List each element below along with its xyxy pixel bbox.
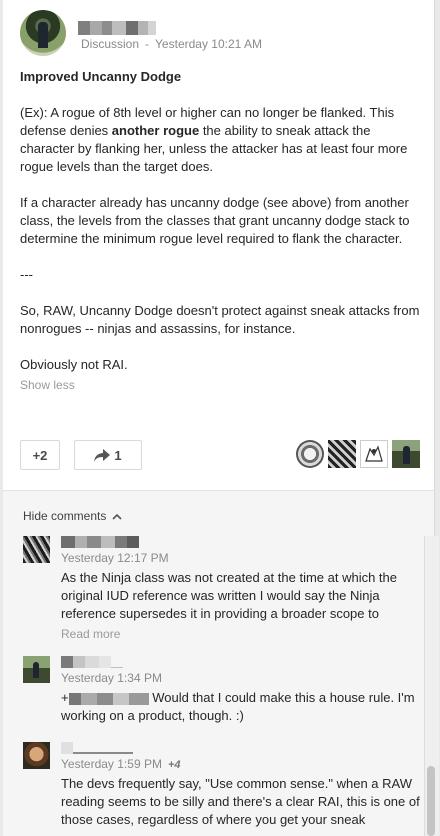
plus-one-button[interactable]: +2 [20,440,60,470]
comment-avatar[interactable] [23,536,50,563]
comment-avatar[interactable] [23,742,50,769]
comment-timestamp[interactable]: Yesterday 1:34 PM [61,671,421,685]
plus-count: +2 [32,447,48,463]
plusers-list [296,440,420,468]
post-header: Discussion - Yesterday 10:21 AM [20,10,420,60]
comment-text: + Would that I could make this a house r… [61,689,421,725]
hide-comments-label: Hide comments [23,509,107,523]
comment-avatar[interactable] [23,656,50,683]
post-paragraph: Obviously not RAI. [20,357,128,372]
post-paragraph: If a character already has uncanny dodge… [20,195,410,246]
post-bold-text: another rogue [111,123,200,138]
comment-timestamp[interactable]: Yesterday 1:59 PM [61,757,162,771]
post-actions: +2 1 [20,440,420,470]
comment-text: The devs frequently say, "Use common sen… [61,776,420,827]
comment-text: As the Ninja class was not created at th… [61,570,398,621]
post-meta: Discussion - Yesterday 10:21 AM [81,37,262,51]
share-count: 1 [114,447,122,463]
post-title: Improved Uncanny Dodge [20,69,182,84]
redacted-commenter-name[interactable] [61,742,421,754]
redacted-author-name[interactable] [78,21,156,35]
chevron-up-icon [112,513,122,520]
share-arrow-icon [94,448,111,462]
share-button[interactable]: 1 [74,440,142,470]
meta-separator: - [145,37,150,51]
redacted-commenter-name[interactable] [61,536,421,548]
redacted-mention[interactable] [68,692,149,705]
comment-plus-count[interactable]: +4 [168,759,181,771]
post-body: Improved Uncanny Dodge (Ex): A rogue of … [20,68,420,394]
post-divider-text: --- [20,267,33,282]
pluser-avatar[interactable] [328,440,356,468]
show-less-link[interactable]: Show less [20,376,420,394]
redacted-commenter-name[interactable] [61,656,421,668]
comment-timestamp[interactable]: Yesterday 12:17 PM [61,551,421,565]
post-paragraph: So, RAW, Uncanny Dodge doesn't protect a… [20,303,420,336]
post-paragraph: (Ex): A rogue of 8th level or higher can… [20,104,420,176]
pluser-avatar[interactable] [392,440,420,468]
post-timestamp[interactable]: Yesterday 10:21 AM [155,37,262,51]
read-more-link[interactable]: Read more [61,627,421,641]
comments-scrollbar-thumb[interactable] [427,766,435,836]
hide-comments-toggle[interactable]: Hide comments [23,509,122,523]
pluser-avatar[interactable] [296,440,324,468]
comment-timestamp-row: Yesterday 1:59 PM +4 [61,757,421,771]
post-category-link[interactable]: Discussion [81,37,139,51]
mention-plus: + [61,690,69,705]
author-avatar[interactable] [20,10,66,56]
pluser-avatar[interactable] [360,440,388,468]
